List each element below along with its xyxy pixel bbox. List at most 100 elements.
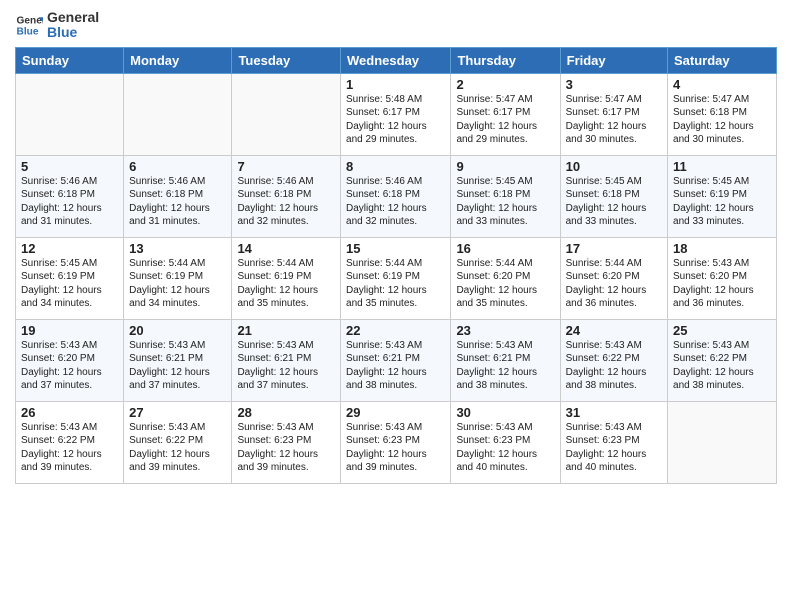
calendar-cell: 24Sunrise: 5:43 AM Sunset: 6:22 PM Dayli… xyxy=(560,319,667,401)
day-number: 20 xyxy=(129,323,226,338)
calendar-cell: 9Sunrise: 5:45 AM Sunset: 6:18 PM Daylig… xyxy=(451,155,560,237)
day-number: 26 xyxy=(21,405,118,420)
header: General Blue General Blue xyxy=(15,10,777,41)
calendar-cell: 3Sunrise: 5:47 AM Sunset: 6:17 PM Daylig… xyxy=(560,73,667,155)
calendar-cell: 13Sunrise: 5:44 AM Sunset: 6:19 PM Dayli… xyxy=(124,237,232,319)
calendar-cell: 21Sunrise: 5:43 AM Sunset: 6:21 PM Dayli… xyxy=(232,319,341,401)
day-number: 24 xyxy=(566,323,662,338)
week-row-5: 26Sunrise: 5:43 AM Sunset: 6:22 PM Dayli… xyxy=(16,401,777,483)
day-number: 22 xyxy=(346,323,445,338)
weekday-header-friday: Friday xyxy=(560,47,667,73)
calendar-cell xyxy=(232,73,341,155)
day-info: Sunrise: 5:43 AM Sunset: 6:23 PM Dayligh… xyxy=(237,421,335,475)
day-number: 29 xyxy=(346,405,445,420)
day-info: Sunrise: 5:43 AM Sunset: 6:23 PM Dayligh… xyxy=(456,421,554,475)
calendar-cell: 31Sunrise: 5:43 AM Sunset: 6:23 PM Dayli… xyxy=(560,401,667,483)
calendar-cell: 5Sunrise: 5:46 AM Sunset: 6:18 PM Daylig… xyxy=(16,155,124,237)
day-info: Sunrise: 5:44 AM Sunset: 6:19 PM Dayligh… xyxy=(346,257,445,311)
day-info: Sunrise: 5:46 AM Sunset: 6:18 PM Dayligh… xyxy=(237,175,335,229)
calendar-cell: 6Sunrise: 5:46 AM Sunset: 6:18 PM Daylig… xyxy=(124,155,232,237)
calendar: SundayMondayTuesdayWednesdayThursdayFrid… xyxy=(15,47,777,484)
calendar-cell: 23Sunrise: 5:43 AM Sunset: 6:21 PM Dayli… xyxy=(451,319,560,401)
calendar-cell xyxy=(16,73,124,155)
logo-general: General xyxy=(47,10,99,25)
day-info: Sunrise: 5:43 AM Sunset: 6:23 PM Dayligh… xyxy=(566,421,662,475)
day-number: 6 xyxy=(129,159,226,174)
day-info: Sunrise: 5:43 AM Sunset: 6:21 PM Dayligh… xyxy=(456,339,554,393)
calendar-cell: 10Sunrise: 5:45 AM Sunset: 6:18 PM Dayli… xyxy=(560,155,667,237)
day-number: 18 xyxy=(673,241,771,256)
week-row-2: 5Sunrise: 5:46 AM Sunset: 6:18 PM Daylig… xyxy=(16,155,777,237)
day-info: Sunrise: 5:43 AM Sunset: 6:21 PM Dayligh… xyxy=(346,339,445,393)
day-number: 16 xyxy=(456,241,554,256)
weekday-header-row: SundayMondayTuesdayWednesdayThursdayFrid… xyxy=(16,47,777,73)
calendar-cell: 25Sunrise: 5:43 AM Sunset: 6:22 PM Dayli… xyxy=(668,319,777,401)
day-info: Sunrise: 5:43 AM Sunset: 6:22 PM Dayligh… xyxy=(21,421,118,475)
day-number: 28 xyxy=(237,405,335,420)
day-info: Sunrise: 5:44 AM Sunset: 6:19 PM Dayligh… xyxy=(129,257,226,311)
day-info: Sunrise: 5:43 AM Sunset: 6:22 PM Dayligh… xyxy=(566,339,662,393)
calendar-cell: 19Sunrise: 5:43 AM Sunset: 6:20 PM Dayli… xyxy=(16,319,124,401)
calendar-cell xyxy=(124,73,232,155)
week-row-1: 1Sunrise: 5:48 AM Sunset: 6:17 PM Daylig… xyxy=(16,73,777,155)
day-number: 27 xyxy=(129,405,226,420)
day-info: Sunrise: 5:47 AM Sunset: 6:17 PM Dayligh… xyxy=(566,93,662,147)
day-number: 4 xyxy=(673,77,771,92)
day-number: 8 xyxy=(346,159,445,174)
calendar-cell: 22Sunrise: 5:43 AM Sunset: 6:21 PM Dayli… xyxy=(341,319,451,401)
logo: General Blue General Blue xyxy=(15,10,99,41)
day-number: 3 xyxy=(566,77,662,92)
calendar-cell xyxy=(668,401,777,483)
day-number: 1 xyxy=(346,77,445,92)
calendar-cell: 12Sunrise: 5:45 AM Sunset: 6:19 PM Dayli… xyxy=(16,237,124,319)
day-info: Sunrise: 5:46 AM Sunset: 6:18 PM Dayligh… xyxy=(129,175,226,229)
day-number: 23 xyxy=(456,323,554,338)
week-row-4: 19Sunrise: 5:43 AM Sunset: 6:20 PM Dayli… xyxy=(16,319,777,401)
day-number: 14 xyxy=(237,241,335,256)
day-number: 10 xyxy=(566,159,662,174)
calendar-cell: 18Sunrise: 5:43 AM Sunset: 6:20 PM Dayli… xyxy=(668,237,777,319)
day-number: 21 xyxy=(237,323,335,338)
day-info: Sunrise: 5:45 AM Sunset: 6:19 PM Dayligh… xyxy=(21,257,118,311)
page: General Blue General Blue SundayMondayTu… xyxy=(0,0,792,612)
calendar-cell: 16Sunrise: 5:44 AM Sunset: 6:20 PM Dayli… xyxy=(451,237,560,319)
day-info: Sunrise: 5:43 AM Sunset: 6:22 PM Dayligh… xyxy=(673,339,771,393)
calendar-cell: 29Sunrise: 5:43 AM Sunset: 6:23 PM Dayli… xyxy=(341,401,451,483)
day-info: Sunrise: 5:43 AM Sunset: 6:21 PM Dayligh… xyxy=(129,339,226,393)
day-info: Sunrise: 5:43 AM Sunset: 6:22 PM Dayligh… xyxy=(129,421,226,475)
weekday-header-sunday: Sunday xyxy=(16,47,124,73)
day-number: 25 xyxy=(673,323,771,338)
weekday-header-monday: Monday xyxy=(124,47,232,73)
weekday-header-wednesday: Wednesday xyxy=(341,47,451,73)
logo-blue: Blue xyxy=(47,25,99,40)
day-number: 31 xyxy=(566,405,662,420)
calendar-cell: 15Sunrise: 5:44 AM Sunset: 6:19 PM Dayli… xyxy=(341,237,451,319)
day-info: Sunrise: 5:43 AM Sunset: 6:21 PM Dayligh… xyxy=(237,339,335,393)
day-info: Sunrise: 5:45 AM Sunset: 6:19 PM Dayligh… xyxy=(673,175,771,229)
day-info: Sunrise: 5:44 AM Sunset: 6:20 PM Dayligh… xyxy=(566,257,662,311)
calendar-cell: 1Sunrise: 5:48 AM Sunset: 6:17 PM Daylig… xyxy=(341,73,451,155)
week-row-3: 12Sunrise: 5:45 AM Sunset: 6:19 PM Dayli… xyxy=(16,237,777,319)
day-number: 11 xyxy=(673,159,771,174)
day-number: 13 xyxy=(129,241,226,256)
calendar-cell: 14Sunrise: 5:44 AM Sunset: 6:19 PM Dayli… xyxy=(232,237,341,319)
day-info: Sunrise: 5:43 AM Sunset: 6:23 PM Dayligh… xyxy=(346,421,445,475)
day-info: Sunrise: 5:46 AM Sunset: 6:18 PM Dayligh… xyxy=(346,175,445,229)
day-number: 15 xyxy=(346,241,445,256)
calendar-cell: 28Sunrise: 5:43 AM Sunset: 6:23 PM Dayli… xyxy=(232,401,341,483)
day-number: 12 xyxy=(21,241,118,256)
day-info: Sunrise: 5:45 AM Sunset: 6:18 PM Dayligh… xyxy=(456,175,554,229)
day-number: 7 xyxy=(237,159,335,174)
day-number: 9 xyxy=(456,159,554,174)
calendar-cell: 11Sunrise: 5:45 AM Sunset: 6:19 PM Dayli… xyxy=(668,155,777,237)
calendar-cell: 4Sunrise: 5:47 AM Sunset: 6:18 PM Daylig… xyxy=(668,73,777,155)
day-info: Sunrise: 5:47 AM Sunset: 6:18 PM Dayligh… xyxy=(673,93,771,147)
svg-text:Blue: Blue xyxy=(17,27,39,38)
day-number: 30 xyxy=(456,405,554,420)
weekday-header-thursday: Thursday xyxy=(451,47,560,73)
calendar-cell: 30Sunrise: 5:43 AM Sunset: 6:23 PM Dayli… xyxy=(451,401,560,483)
day-info: Sunrise: 5:45 AM Sunset: 6:18 PM Dayligh… xyxy=(566,175,662,229)
calendar-cell: 8Sunrise: 5:46 AM Sunset: 6:18 PM Daylig… xyxy=(341,155,451,237)
day-info: Sunrise: 5:46 AM Sunset: 6:18 PM Dayligh… xyxy=(21,175,118,229)
calendar-cell: 26Sunrise: 5:43 AM Sunset: 6:22 PM Dayli… xyxy=(16,401,124,483)
